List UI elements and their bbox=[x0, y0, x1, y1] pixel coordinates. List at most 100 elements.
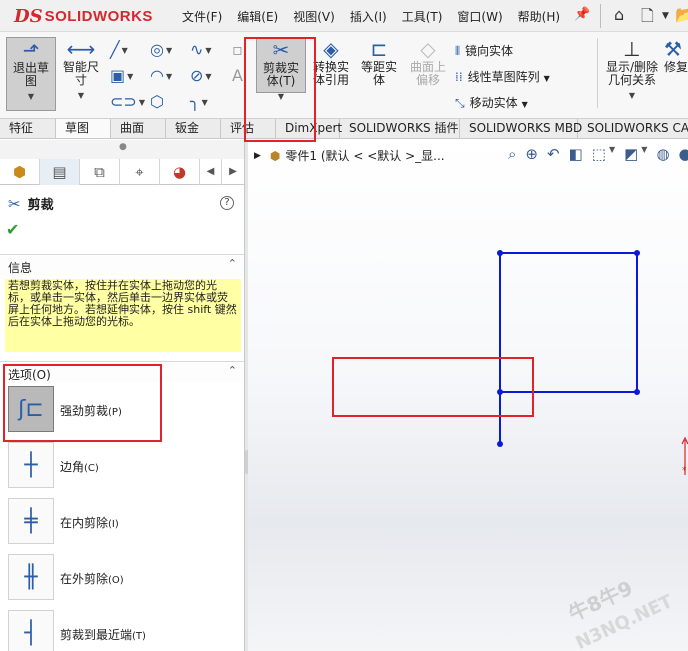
option-shortcut: (T) bbox=[132, 631, 146, 642]
ok-check-icon[interactable]: ✔ bbox=[6, 220, 19, 239]
repair-sketch-button[interactable]: ⚒ 修复 bbox=[664, 37, 688, 74]
option-label: 在内剪除 bbox=[60, 516, 109, 530]
display-relations-button[interactable]: ⊥ 显示/删除 几何关系 ▼ bbox=[600, 37, 664, 102]
chevron-down-icon: ▼ bbox=[277, 92, 285, 101]
tab-scroll-left[interactable]: ◀ bbox=[200, 159, 222, 185]
solidworks-logo[interactable]: DS SOLIDWORKS bbox=[14, 5, 153, 27]
spline-tool[interactable]: ∿ ▼ bbox=[190, 40, 212, 59]
option-trim-away-inside[interactable]: ╪ 在内剪除(I) bbox=[8, 498, 243, 546]
info-section-header[interactable]: 信息 ⌃ bbox=[0, 254, 244, 276]
command-tabs: 特征 草图 曲面 钣金 评估 DimXpert SOLIDWORKS 插件 SO… bbox=[0, 118, 688, 139]
configuration-manager-tab[interactable]: ⧉ bbox=[80, 159, 120, 185]
option-trim-to-closest[interactable]: ┤ 剪裁到最近端(T) bbox=[8, 610, 243, 651]
smart-dimension-label: 智能尺 寸 bbox=[62, 60, 99, 87]
sketch-point[interactable] bbox=[497, 250, 503, 256]
tab-dimxpert[interactable]: DimXpert bbox=[276, 119, 342, 138]
sketch-point[interactable] bbox=[497, 441, 503, 447]
offset-on-surface-label: 曲面上 偏移 bbox=[409, 60, 446, 87]
new-dropdown-icon[interactable]: ▼ bbox=[662, 11, 669, 21]
option-shortcut: (O) bbox=[108, 575, 124, 586]
option-trim-away-outside[interactable]: ╫ 在外剪除(O) bbox=[8, 554, 243, 602]
menu-edit[interactable]: 编辑(E) bbox=[237, 8, 278, 25]
pin-icon[interactable]: 📌 bbox=[574, 7, 590, 22]
chevron-down-icon: ▼ bbox=[521, 100, 528, 109]
info-message: 若想剪裁实体，按住并在实体上拖动您的光标，或单击一实体，然后单击一边界实体或荧屏… bbox=[5, 279, 241, 352]
arc-icon: ◠ bbox=[150, 66, 164, 85]
sketch-point[interactable] bbox=[634, 389, 640, 395]
tab-features[interactable]: 特征 bbox=[0, 119, 56, 138]
polygon-tool[interactable]: ⬡ bbox=[150, 92, 164, 111]
menu-file[interactable]: 文件(F) bbox=[182, 8, 222, 25]
sketch-point[interactable] bbox=[634, 250, 640, 256]
move-entities-button[interactable]: ⤡ 移动实体 ▼ bbox=[455, 94, 528, 111]
menu-insert[interactable]: 插入(I) bbox=[350, 8, 387, 25]
tab-surfaces[interactable]: 曲面 bbox=[111, 119, 166, 138]
smart-dimension-button[interactable]: ⟷ 智能尺 寸 ▼ bbox=[56, 37, 106, 102]
color-wheel-icon: ◕ bbox=[172, 163, 187, 181]
trim-entities-icon: ✂ bbox=[272, 38, 290, 62]
dimxpert-manager-tab[interactable]: ⌖ bbox=[120, 159, 160, 185]
new-document-icon[interactable]: 🗋 bbox=[641, 5, 654, 32]
rectangle-tool[interactable]: ▣ ▼ bbox=[110, 66, 133, 85]
crosshair-icon: ⌖ bbox=[135, 163, 144, 181]
tab-solidworks-cam[interactable]: SOLIDWORKS CAM bbox=[578, 119, 688, 138]
linear-pattern-button[interactable]: ⁞⁞ 线性草图阵列 ▼ bbox=[455, 68, 550, 85]
tab-evaluate[interactable]: 评估 bbox=[221, 119, 276, 138]
exit-sketch-button[interactable]: ⬏ 退出草 图 ▼ bbox=[6, 37, 56, 111]
trim-entities-label: 剪裁实 体(T) bbox=[262, 61, 299, 88]
panel-grip[interactable]: ● bbox=[0, 140, 244, 159]
trim-outside-icon: ╫ bbox=[8, 554, 54, 600]
circle-tool[interactable]: ◎ ▼ bbox=[150, 40, 172, 59]
offset-entities-label: 等距实 体 bbox=[360, 60, 397, 87]
option-power-trim[interactable]: ʃ⊏ 强劲剪裁(P) bbox=[8, 386, 243, 434]
fillet-tool[interactable]: ╮ ▼ bbox=[190, 92, 208, 111]
options-section-header[interactable]: 选项(O) ⌃ bbox=[0, 361, 244, 383]
line-tool[interactable]: ╱ ▼ bbox=[110, 40, 128, 59]
slot-tool[interactable]: ⊂⊃ ▼ bbox=[110, 92, 145, 111]
trim-entities-button[interactable]: ✂ 剪裁实 体(T) ▼ bbox=[256, 37, 306, 101]
point-tool[interactable]: ▫ bbox=[232, 40, 243, 59]
property-title-text: 剪裁 bbox=[27, 198, 54, 213]
trim-inside-icon: ╪ bbox=[8, 498, 54, 544]
open-icon[interactable]: 📂 bbox=[675, 5, 688, 24]
menu-tools[interactable]: 工具(T) bbox=[402, 8, 443, 25]
help-icon[interactable]: ? bbox=[220, 196, 234, 210]
property-manager-panel: ● ⬢ ▤ ⧉ ⌖ ◕ ◀ ▶ ✂ 剪裁 ? ✔ 信息 ⌃ 若想剪裁实体，按住并… bbox=[0, 140, 245, 651]
text-tool[interactable]: A bbox=[232, 66, 243, 85]
mirror-entities-button[interactable]: ⫴ 镜向实体 bbox=[455, 42, 513, 59]
offset-on-surface-button[interactable]: ◇ 曲面上 偏移 bbox=[403, 37, 453, 87]
menu-view[interactable]: 视图(V) bbox=[293, 8, 335, 25]
fillet-icon: ╮ bbox=[190, 92, 200, 111]
ellipse-tool[interactable]: ⊘ ▼ bbox=[190, 66, 212, 85]
display-manager-tab[interactable]: ◕ bbox=[160, 159, 200, 185]
sketch-point[interactable] bbox=[497, 389, 503, 395]
feature-manager-tab[interactable]: ⬢ bbox=[0, 159, 40, 185]
circle-icon: ◎ bbox=[150, 40, 164, 59]
offset-entities-button[interactable]: ⊏ 等距实 体 bbox=[354, 37, 404, 87]
tab-sketch[interactable]: 草图 bbox=[55, 119, 111, 138]
home-icon[interactable]: ⌂ bbox=[614, 5, 624, 24]
exit-sketch-icon: ⬏ bbox=[22, 38, 40, 62]
tab-scroll-right[interactable]: ▶ bbox=[222, 159, 244, 185]
tab-solidworks-mbd[interactable]: SOLIDWORKS MBD bbox=[460, 119, 582, 138]
arc-tool[interactable]: ◠ ▼ bbox=[150, 66, 172, 85]
exit-sketch-label: 退出草 图 bbox=[12, 61, 49, 88]
tab-sheet-metal[interactable]: 钣金 bbox=[166, 119, 221, 138]
tab-solidworks-addins[interactable]: SOLIDWORKS 插件 bbox=[340, 119, 460, 138]
chevron-left-icon: ◀ bbox=[206, 166, 215, 177]
convert-entities-button[interactable]: ◈ 转换实 体引用 bbox=[306, 37, 356, 87]
convert-entities-icon: ◈ bbox=[323, 37, 339, 61]
configuration-icon: ⧉ bbox=[94, 163, 105, 181]
ellipse-icon: ⊘ bbox=[190, 66, 204, 85]
property-manager-tab[interactable]: ▤ bbox=[40, 159, 80, 185]
origin-marker: * bbox=[681, 436, 688, 476]
menu-window[interactable]: 窗口(W) bbox=[457, 8, 502, 25]
option-corner[interactable]: ┼ 边角(C) bbox=[8, 442, 243, 490]
power-trim-icon: ʃ⊏ bbox=[8, 386, 54, 432]
feature-tree-icon: ⬢ bbox=[12, 163, 27, 181]
relations-icon: ⊥ bbox=[623, 37, 641, 61]
solidworks-window: DS SOLIDWORKS 文件(F) 编辑(E) 视图(V) 插入(I) 工具… bbox=[0, 0, 688, 651]
chevron-down-icon: ▼ bbox=[27, 92, 35, 101]
chevron-down-icon: ▼ bbox=[628, 91, 636, 100]
menu-help[interactable]: 帮助(H) bbox=[518, 8, 560, 25]
